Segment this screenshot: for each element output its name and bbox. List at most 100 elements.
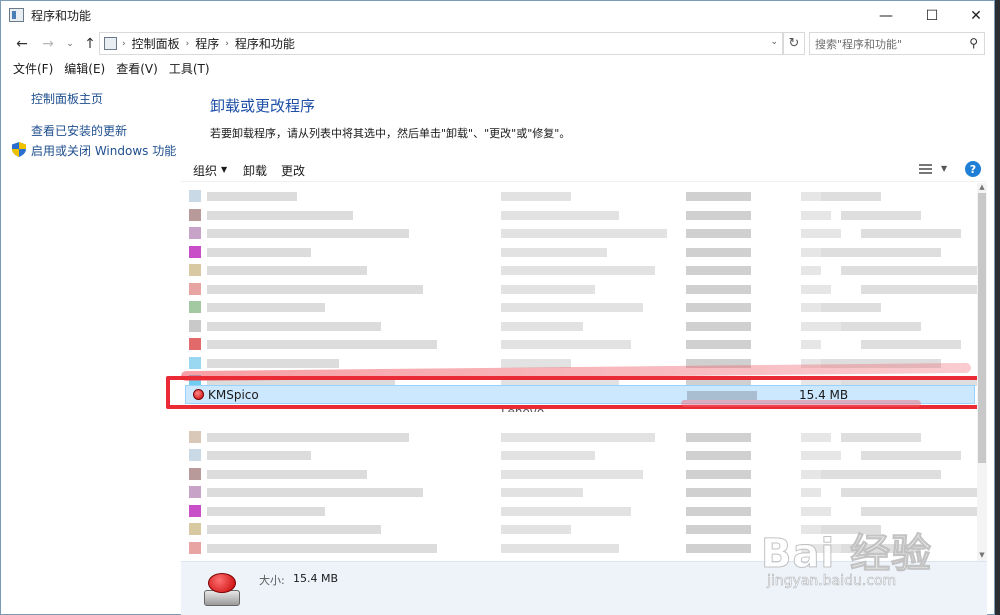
redacted-program-row[interactable]: [181, 187, 977, 205]
vertical-scrollbar[interactable]: ▲ ▼: [977, 183, 987, 561]
redacted-program-row[interactable]: [181, 224, 977, 242]
size-redacted: [801, 266, 821, 275]
size-redacted: [801, 340, 821, 349]
kmspico-large-icon: [203, 570, 241, 608]
name-redacted: [207, 210, 353, 220]
task-pane: 控制面板主页 查看已安装的更新 启用或关闭 Windows 功能: [1, 81, 181, 615]
breadcrumb-programs-and-features[interactable]: 程序和功能: [235, 35, 295, 52]
search-icon[interactable]: ⚲: [969, 36, 978, 50]
pub-redacted: [501, 506, 631, 516]
title-bar: 程序和功能 — ☐ ✕: [1, 1, 994, 30]
chevron-down-icon[interactable]: ⌄: [770, 37, 778, 47]
menu-bar: 文件(F) 编辑(E) 查看(V) 工具(T): [1, 59, 994, 79]
name-redacted: [207, 358, 339, 368]
redacted-program-row[interactable]: [181, 465, 977, 483]
redacted-program-row[interactable]: [181, 261, 977, 279]
name-redacted: [207, 229, 409, 238]
redacted-program-row[interactable]: [181, 298, 977, 316]
redacted-program-row[interactable]: [181, 428, 977, 446]
view-options-icon[interactable]: [919, 164, 932, 174]
search-input[interactable]: 搜索"程序和功能" ⚲: [809, 32, 985, 55]
command-bar: 组织 ▼ 卸载 更改 ▼ ?: [181, 156, 987, 182]
ver-redacted: [861, 229, 961, 238]
up-arrow-icon[interactable]: ↑: [81, 34, 99, 54]
ver-redacted: [841, 432, 921, 442]
pub-redacted: [501, 284, 595, 294]
forward-arrow-icon[interactable]: →: [39, 34, 57, 54]
breadcrumb-control-panel[interactable]: 控制面板: [132, 35, 180, 52]
ver-redacted: [861, 284, 977, 294]
icon-redacted: [189, 504, 201, 517]
menu-edit[interactable]: 编辑(E): [64, 59, 105, 79]
size-redacted: [801, 488, 821, 497]
chevron-right-icon: ›: [122, 38, 126, 49]
scrollbar-thumb[interactable]: [978, 193, 986, 463]
pub-redacted: [501, 469, 643, 479]
redacted-program-row[interactable]: [181, 206, 977, 224]
pub-redacted: [501, 247, 607, 257]
redacted-program-row[interactable]: [181, 317, 977, 335]
control-panel-home-link[interactable]: 控制面板主页: [31, 90, 103, 107]
date-redacted: [686, 192, 751, 201]
pub-redacted: [501, 321, 583, 331]
ver-redacted: [861, 340, 961, 349]
name-redacted: [207, 284, 423, 294]
redacted-program-row[interactable]: [181, 335, 977, 353]
watermark-url: jingyan.baidu.com: [767, 573, 897, 590]
icon-redacted: [189, 319, 201, 332]
redacted-program-row[interactable]: [181, 446, 977, 464]
name-redacted: [207, 432, 409, 442]
icon-redacted: [189, 541, 201, 554]
date-redacted: [686, 469, 751, 479]
organize-button[interactable]: 组织: [193, 162, 217, 179]
recent-locations-chevron-icon[interactable]: ⌄: [61, 34, 79, 54]
baidu-watermark: Bai 经验 jingyan.baidu.com: [760, 511, 981, 601]
redacted-program-row[interactable]: [181, 483, 977, 501]
ver-redacted: [861, 451, 961, 460]
pub-redacted: [501, 229, 667, 238]
help-icon[interactable]: ?: [965, 161, 981, 177]
pub-redacted: [501, 543, 619, 553]
redacted-program-row[interactable]: [181, 280, 977, 298]
icon-redacted: [189, 430, 201, 443]
change-button[interactable]: 更改: [281, 162, 305, 179]
icon-redacted: [189, 190, 201, 202]
size-value: 15.4 MB: [293, 572, 339, 585]
size-redacted: [801, 210, 831, 220]
date-redacted: [686, 525, 751, 534]
ver-redacted: [821, 303, 881, 312]
size-redacted: [801, 284, 831, 294]
scroll-up-icon[interactable]: ▲: [977, 183, 987, 193]
icon-redacted: [189, 208, 201, 221]
control-panel-icon: [104, 37, 117, 50]
icon-redacted: [189, 467, 201, 480]
menu-file[interactable]: 文件(F): [13, 59, 53, 79]
size-redacted: [801, 451, 841, 460]
view-installed-updates-link[interactable]: 查看已安装的更新: [31, 122, 127, 139]
pub-redacted: [501, 266, 655, 275]
name-redacted: [207, 469, 367, 479]
address-bar[interactable]: › 控制面板 › 程序 › 程序和功能 ⌄: [99, 32, 783, 55]
icon-redacted: [189, 486, 201, 498]
minimize-button[interactable]: —: [863, 1, 909, 30]
uninstall-button[interactable]: 卸载: [243, 162, 267, 179]
close-button[interactable]: ✕: [953, 1, 999, 30]
menu-tools[interactable]: 工具(T): [169, 59, 210, 79]
size-redacted: [801, 192, 821, 201]
date-redacted: [686, 229, 751, 238]
ver-redacted: [821, 247, 941, 257]
name-redacted: [207, 340, 437, 349]
caret-down-icon[interactable]: ▼: [941, 164, 947, 173]
refresh-icon[interactable]: ↻: [783, 32, 805, 55]
windows-features-link[interactable]: 启用或关闭 Windows 功能: [31, 142, 176, 159]
ver-redacted: [841, 488, 977, 497]
breadcrumb-programs[interactable]: 程序: [195, 35, 219, 52]
ver-redacted: [841, 266, 977, 275]
menu-view[interactable]: 查看(V): [116, 59, 158, 79]
name-redacted: [207, 451, 311, 460]
redacted-program-row[interactable]: [181, 243, 977, 261]
ver-redacted: [841, 210, 921, 220]
back-arrow-icon[interactable]: ←: [13, 34, 31, 54]
caret-down-icon[interactable]: ▼: [221, 165, 227, 174]
maximize-button[interactable]: ☐: [909, 1, 955, 30]
